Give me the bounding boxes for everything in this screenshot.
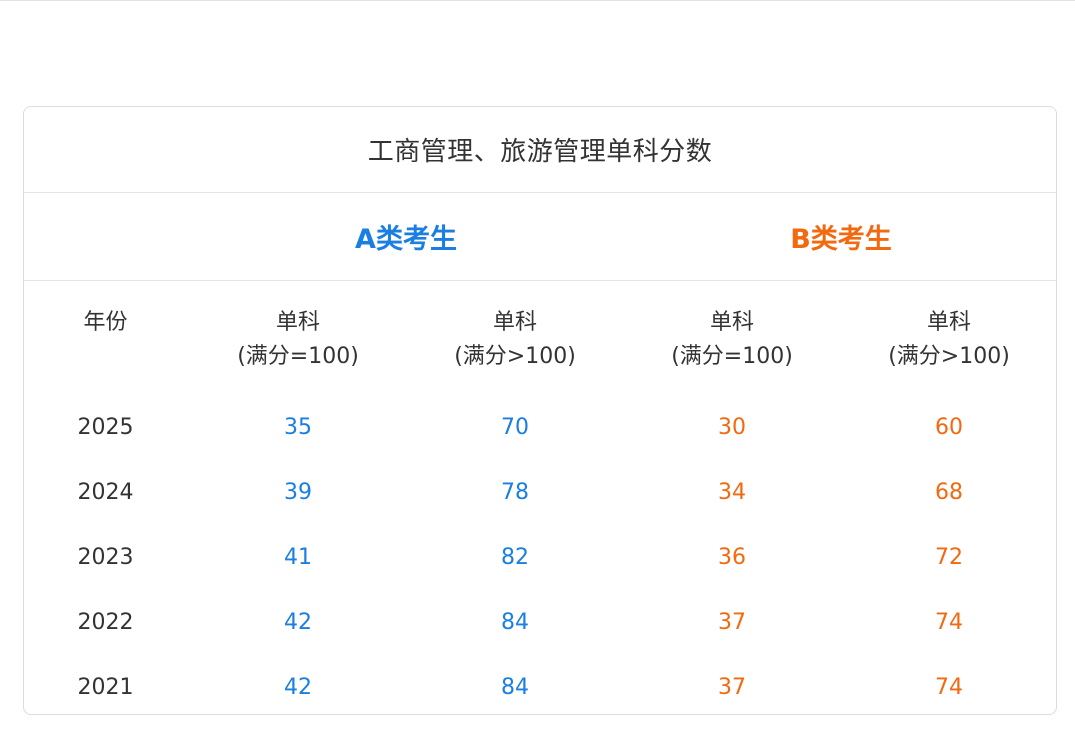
header-a-gt-line1: 单科 (492, 310, 537, 335)
column-header-row: 年份 单科 (满分=100) 单科 (满分>100) 单科 (满分=100) 单… (24, 281, 1056, 391)
header-a-eq-line1: 单科 (275, 310, 320, 335)
header-b-eq-line1: 单科 (709, 310, 754, 335)
cell-year: 2024 (77, 480, 134, 505)
cell-a-gt: 78 (501, 480, 529, 505)
group-b-label: B类考生 (790, 224, 892, 255)
cell-a-eq: 42 (284, 610, 312, 635)
cell-a-gt: 84 (501, 610, 529, 635)
table-body: 2025 35 70 30 60 2024 39 78 34 68 2023 4… (24, 395, 1056, 714)
table-title: 工商管理、旅游管理单科分数 (24, 107, 1056, 193)
header-b-gt-line1: 单科 (926, 310, 971, 335)
cell-year: 2021 (77, 675, 134, 700)
cell-b-eq: 37 (718, 675, 746, 700)
group-a-label: A类考生 (355, 224, 457, 255)
cell-a-eq: 35 (284, 415, 312, 440)
cell-b-gt: 74 (935, 675, 963, 700)
cell-b-gt: 60 (935, 415, 963, 440)
cell-year: 2025 (77, 415, 134, 440)
header-year: 年份 (24, 306, 187, 340)
cell-b-eq: 30 (718, 415, 746, 440)
cell-a-eq: 42 (284, 675, 312, 700)
cell-a-eq: 41 (284, 545, 312, 570)
header-year-label: 年份 (83, 310, 128, 335)
cell-a-eq: 39 (284, 480, 312, 505)
cell-b-eq: 37 (718, 610, 746, 635)
cell-year: 2023 (77, 545, 134, 570)
header-b-gt-line2: (满分>100) (888, 344, 1010, 369)
header-b-eq: 单科 (满分=100) (623, 306, 841, 374)
cell-b-gt: 74 (935, 610, 963, 635)
table-row: 2025 35 70 30 60 (24, 395, 1056, 460)
cell-b-eq: 36 (718, 545, 746, 570)
header-a-gt: 单科 (满分>100) (406, 306, 624, 374)
header-b-gt: 单科 (满分>100) (840, 306, 1056, 374)
table-row: 2023 41 82 36 72 (24, 525, 1056, 590)
cell-a-gt: 70 (501, 415, 529, 440)
cell-b-eq: 34 (718, 480, 746, 505)
group-header-row: A类考生 B类考生 (24, 193, 1056, 281)
cell-a-gt: 84 (501, 675, 529, 700)
table-row: 2024 39 78 34 68 (24, 460, 1056, 525)
header-b-eq-line2: (满分=100) (671, 344, 793, 369)
cell-year: 2022 (77, 610, 134, 635)
table-row: 2021 42 84 37 74 (24, 655, 1056, 714)
cell-b-gt: 72 (935, 545, 963, 570)
table-row: 2022 42 84 37 74 (24, 590, 1056, 655)
header-a-eq: 单科 (满分=100) (189, 306, 407, 374)
top-divider (0, 0, 1075, 1)
cell-a-gt: 82 (501, 545, 529, 570)
score-table-card: 工商管理、旅游管理单科分数 A类考生 B类考生 年份 单科 (满分=100) 单… (23, 106, 1057, 715)
cell-b-gt: 68 (935, 480, 963, 505)
header-a-gt-line2: (满分>100) (454, 344, 576, 369)
header-a-eq-line2: (满分=100) (237, 344, 359, 369)
